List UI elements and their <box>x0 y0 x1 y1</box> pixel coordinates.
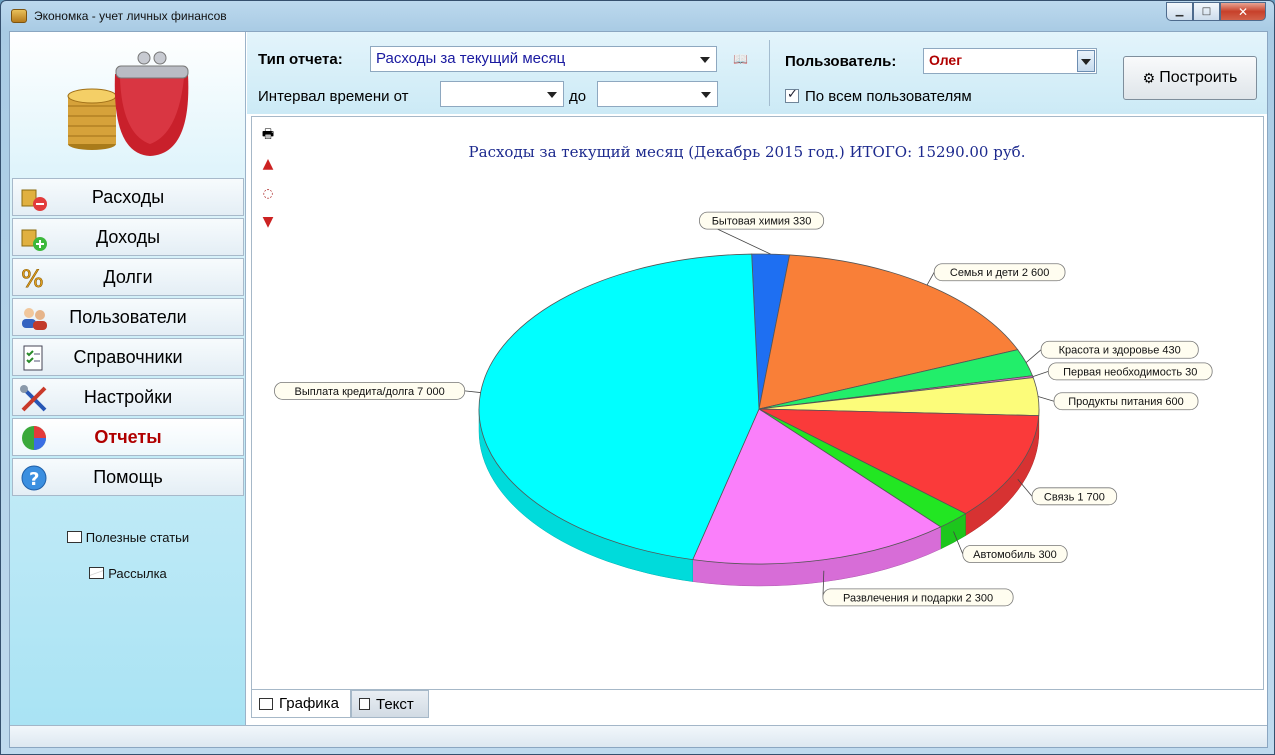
slice-label: Продукты питания 600 <box>1068 396 1183 408</box>
chevron-down-icon <box>1081 59 1091 65</box>
wallet-coins-logo <box>67 51 189 156</box>
build-icon: ⚙ <box>1142 69 1156 86</box>
tab-label: Графика <box>279 695 339 712</box>
book-icon <box>66 531 82 543</box>
report-toolbar: Тип отчета: Расходы за текущий месяц 📖 И… <box>247 32 1267 114</box>
slice-label: Красота и здоровье 430 <box>1059 345 1181 357</box>
useful-articles-label: Полезные статьи <box>85 530 190 545</box>
svg-text:%: % <box>21 265 44 292</box>
status-bar <box>10 725 1267 747</box>
chart-icon <box>259 697 273 710</box>
dropdown-button[interactable] <box>1077 50 1095 72</box>
tab-label: Текст <box>376 695 414 713</box>
arrow-down-icon[interactable]: ▼ <box>260 214 276 230</box>
pie-chart: Бытовая химия 330 Семья и дети 2 600 Красо… <box>274 211 1213 607</box>
close-button[interactable]: ✕ <box>1220 2 1266 21</box>
user-label: Пользователь: <box>785 53 897 70</box>
slice-label: Выплата кредита/долга 7 000 <box>294 386 444 398</box>
user-select[interactable]: Олег <box>923 48 1097 74</box>
chevron-down-icon <box>701 92 711 98</box>
minimize-icon: ▁ <box>1175 6 1184 17</box>
slice-label: Развлечения и подарки 2 300 <box>843 592 993 604</box>
label-leader-line <box>1017 478 1033 497</box>
nav-settings[interactable]: Настройки <box>12 378 244 416</box>
chevron-down-icon <box>547 92 557 98</box>
nav-income[interactable]: Доходы <box>12 218 244 256</box>
window-controls: ▁ □ ✕ <box>1166 2 1266 22</box>
window-title: Экономка - учет личных финансов <box>34 9 227 23</box>
sidebar: Расходы Доходы % Долги Пользователи Спра… <box>10 32 246 725</box>
minimize-button[interactable]: ▁ <box>1166 2 1193 21</box>
percent-icon: % <box>21 265 44 292</box>
pie-slices <box>478 253 1040 565</box>
document-icon <box>359 698 370 710</box>
label-leader-line <box>464 390 481 393</box>
all-users-checkbox[interactable] <box>785 87 799 103</box>
coins-minus-icon <box>21 189 47 211</box>
print-icon[interactable]: 🖶 <box>260 127 276 143</box>
useful-articles-link[interactable]: Полезные статьи <box>10 530 246 545</box>
book-icon[interactable]: 📖 <box>733 52 748 66</box>
envelope-icon <box>89 567 105 579</box>
red-purse <box>114 51 189 156</box>
close-icon: ✕ <box>1237 4 1249 19</box>
date-to-picker[interactable] <box>597 81 718 107</box>
interval-from-label: Интервал времени от <box>258 88 409 105</box>
date-from-picker[interactable] <box>440 81 564 107</box>
coin-stack <box>67 88 117 150</box>
slice-label: Семья и дети 2 600 <box>950 267 1050 279</box>
app-window: Экономка - учет личных финансов ▁ □ ✕ Ра… <box>0 0 1275 755</box>
chevron-down-icon <box>700 57 710 63</box>
client-area: Расходы Доходы % Долги Пользователи Спра… <box>9 31 1268 748</box>
slice-label: Автомобиль 300 <box>973 549 1057 561</box>
tab-text[interactable]: Текст <box>351 690 429 718</box>
newsletter-link[interactable]: Рассылка <box>10 566 246 581</box>
label-leader-line <box>1032 370 1049 378</box>
help-icon: ? <box>21 465 47 491</box>
maximize-button[interactable]: □ <box>1193 2 1220 21</box>
chart-title: Расходы за текущий месяц (Декабрь 2015 г… <box>468 143 1026 161</box>
title-bar[interactable]: Экономка - учет личных финансов ▁ □ ✕ <box>1 1 1274 31</box>
coins-plus-icon <box>21 229 47 251</box>
checklist-icon <box>23 345 43 371</box>
tools-icon <box>20 385 47 412</box>
newsletter-label: Рассылка <box>108 566 167 581</box>
tab-graphics[interactable]: Графика <box>251 690 351 718</box>
build-label: Построить <box>1159 69 1238 86</box>
all-users-label: По всем пользователям <box>805 88 972 105</box>
svg-text:?: ? <box>29 469 39 490</box>
maximize-icon: □ <box>1201 6 1212 17</box>
interval-to-label: до <box>569 88 587 105</box>
label-leader-line <box>1025 349 1042 363</box>
report-type-value: Расходы за текущий месяц <box>376 50 566 67</box>
nav-debts[interactable]: % Долги <box>12 258 244 296</box>
report-type-label: Тип отчета: <box>258 51 343 68</box>
nav-users[interactable]: Пользователи <box>12 298 244 336</box>
report-type-select[interactable]: Расходы за текущий месяц <box>370 46 717 72</box>
rotate-icon[interactable]: ◌ <box>260 185 276 201</box>
view-tabs: Графика Текст <box>251 690 1264 720</box>
label-leader-line <box>926 272 935 286</box>
nav-references[interactable]: Справочники <box>12 338 244 376</box>
nav-reports[interactable]: Отчеты <box>12 418 244 456</box>
slice-label: Связь 1 700 <box>1044 491 1105 503</box>
slice-label: Бытовая химия 330 <box>712 216 812 228</box>
users-icon <box>22 308 47 330</box>
pie-chart-icon <box>22 426 46 450</box>
report-panel: Бытовая химия 330 Семья и дети 2 600 Красо… <box>251 116 1264 690</box>
app-icon <box>11 9 27 23</box>
divider <box>769 40 770 106</box>
nav-help[interactable]: ? Помощь <box>12 458 244 496</box>
nav-expenses[interactable]: Расходы <box>12 178 244 216</box>
slice-label: Первая необходимость 30 <box>1063 366 1197 378</box>
user-value: Олег <box>929 52 963 68</box>
build-button[interactable]: ⚙ Построить <box>1123 56 1257 100</box>
label-leader-line <box>1037 396 1055 402</box>
